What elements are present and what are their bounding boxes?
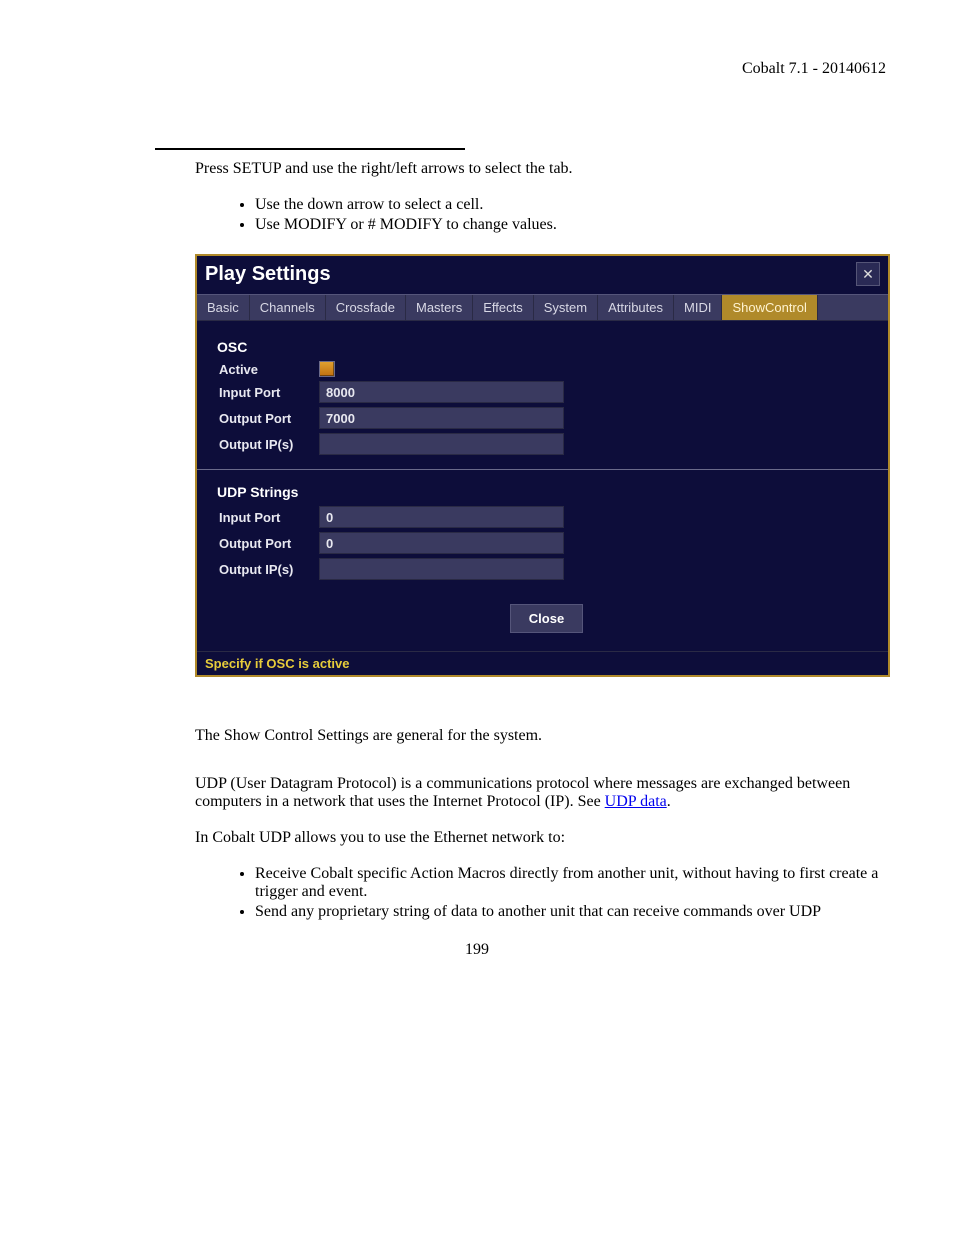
after-p2-b: .	[667, 793, 671, 810]
intro-bullet: Use MODIFY or # MODIFY to change values.	[255, 216, 889, 234]
intro-bullet: Use the down arrow to select a cell.	[255, 196, 889, 214]
tab-channels[interactable]: Channels	[250, 295, 326, 320]
tab-midi[interactable]: MIDI	[674, 295, 722, 320]
osc-input-port-field[interactable]: 8000	[319, 381, 564, 403]
udp-input-port-label: Input Port	[219, 510, 319, 525]
after-bullets: Receive Cobalt specific Action Macros di…	[195, 865, 889, 921]
close-button[interactable]: Close	[510, 604, 583, 633]
osc-output-port-field[interactable]: 7000	[319, 407, 564, 429]
osc-active-checkbox[interactable]	[319, 361, 335, 377]
tab-basic[interactable]: Basic	[197, 295, 250, 320]
group-divider	[197, 469, 888, 470]
section-rule	[155, 148, 465, 150]
udp-data-link[interactable]: UDP data	[605, 793, 667, 810]
panel-title: Play Settings	[205, 263, 331, 286]
intro-line-a: Press SETUP and use the right/left arrow…	[195, 160, 549, 177]
page-number: 199	[60, 941, 894, 959]
tab-crossfade[interactable]: Crossfade	[326, 295, 406, 320]
osc-heading: OSC	[217, 339, 874, 355]
close-icon[interactable]: ✕	[856, 262, 880, 286]
tab-effects[interactable]: Effects	[473, 295, 534, 320]
doc-header: Cobalt 7.1 - 20140612	[60, 60, 894, 78]
tab-attributes[interactable]: Attributes	[598, 295, 674, 320]
udp-output-ips-label: Output IP(s)	[219, 562, 319, 577]
panel-titlebar: Play Settings ✕	[197, 256, 888, 294]
after-bullet: Send any proprietary string of data to a…	[255, 903, 889, 921]
tab-masters[interactable]: Masters	[406, 295, 473, 320]
after-bullet: Receive Cobalt specific Action Macros di…	[255, 865, 889, 901]
osc-output-ips-field[interactable]	[319, 433, 564, 455]
play-settings-panel: Play Settings ✕ Basic Channels Crossfade…	[195, 254, 890, 677]
close-row: Close	[219, 604, 874, 633]
play-settings-panel-wrap: Play Settings ✕ Basic Channels Crossfade…	[195, 254, 889, 677]
after-p2: UDP (User Datagram Protocol) is a commun…	[195, 775, 889, 811]
osc-output-ips-label: Output IP(s)	[219, 437, 319, 452]
udp-input-port-field[interactable]: 0	[319, 506, 564, 528]
udp-output-port-label: Output Port	[219, 536, 319, 551]
after-p1: The Show Control Settings are general fo…	[195, 727, 889, 745]
udp-output-port-field[interactable]: 0	[319, 532, 564, 554]
after-p2-a: UDP (User Datagram Protocol) is a commun…	[195, 775, 850, 810]
intro-line-b: tab.	[549, 160, 573, 177]
tab-system[interactable]: System	[534, 295, 598, 320]
udp-heading: UDP Strings	[217, 484, 874, 500]
after-p3: In Cobalt UDP allows you to use the Ethe…	[195, 829, 889, 847]
udp-output-ips-field[interactable]	[319, 558, 564, 580]
tab-strip: Basic Channels Crossfade Masters Effects…	[197, 294, 888, 321]
panel-body: OSC Active Input Port 8000 Output Port 7…	[197, 321, 888, 651]
osc-input-port-label: Input Port	[219, 385, 319, 400]
intro-bullets: Use the down arrow to select a cell. Use…	[195, 196, 889, 234]
intro-line: Press SETUP and use the right/left arrow…	[195, 160, 889, 178]
osc-active-label: Active	[219, 362, 319, 377]
osc-output-port-label: Output Port	[219, 411, 319, 426]
tab-showcontrol[interactable]: ShowControl	[722, 295, 817, 320]
status-line: Specify if OSC is active	[197, 651, 888, 675]
